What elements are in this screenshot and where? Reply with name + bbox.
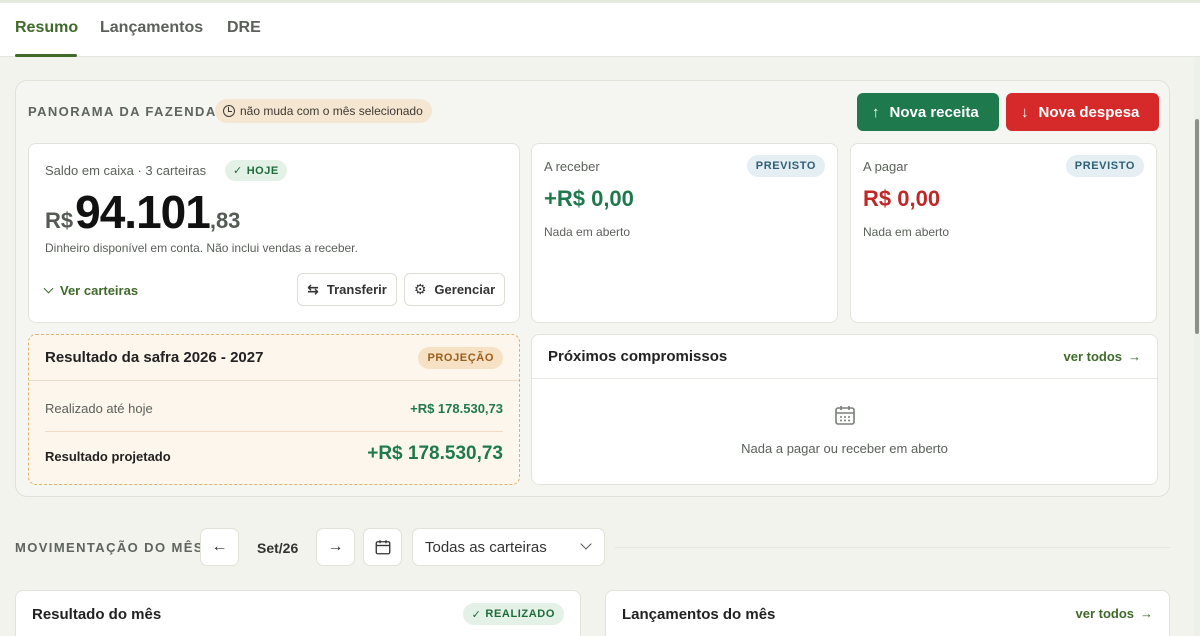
upcoming-empty-message: Nada a pagar ou receber em aberto bbox=[741, 441, 948, 456]
tab-bar: Resumo Lançamentos DRE bbox=[0, 3, 1200, 57]
gear-icon: ⚙ bbox=[413, 281, 427, 297]
new-income-label: Nova receita bbox=[889, 103, 979, 121]
check-icon: ✓ bbox=[233, 165, 243, 177]
monthly-entries-title: Lançamentos do mês bbox=[622, 606, 776, 623]
harvest-result-title: Resultado da safra 2026 - 2027 bbox=[45, 349, 264, 366]
projected-label: Resultado projetado bbox=[45, 449, 171, 464]
tab-lancamentos[interactable]: Lançamentos bbox=[100, 19, 203, 37]
monthly-movement-title: MOVIMENTAÇÃO DO MÊS bbox=[15, 540, 204, 555]
realized-label: Realizado até hoje bbox=[45, 401, 153, 416]
arrow-right-icon: → bbox=[1140, 606, 1153, 621]
receivables-label: A receber bbox=[544, 159, 600, 174]
chevron-down-icon bbox=[580, 538, 592, 550]
balance-cents: ,83 bbox=[209, 208, 241, 233]
divider bbox=[532, 378, 1157, 379]
monthly-result-title: Resultado do mês bbox=[32, 606, 162, 623]
new-income-button[interactable]: ↑ Nova receita bbox=[857, 93, 999, 131]
new-expense-button[interactable]: ↓ Nova despesa bbox=[1006, 93, 1159, 131]
payables-card: A pagar PREVISTO R$ 0,00 Nada em aberto bbox=[850, 143, 1157, 323]
arrow-right-icon: → bbox=[327, 538, 344, 555]
today-badge: ✓ HOJE bbox=[225, 160, 287, 181]
monthly-result-card: Resultado do mês ✓ REALIZADO bbox=[15, 590, 581, 636]
payables-label: A pagar bbox=[863, 159, 908, 174]
chevron-down-icon bbox=[43, 283, 54, 294]
arrow-right-icon: → bbox=[1128, 349, 1141, 364]
divider bbox=[29, 380, 519, 381]
wallet-select[interactable]: Todas as carteiras bbox=[412, 528, 605, 566]
view-all-label: ver todos bbox=[1063, 349, 1122, 364]
entries-view-all-link[interactable]: ver todos → bbox=[1075, 606, 1153, 621]
panorama-title: PANORAMA DA FAZENDA bbox=[28, 104, 217, 119]
transfer-label: Transferir bbox=[326, 282, 387, 297]
new-expense-label: Nova despesa bbox=[1038, 103, 1140, 121]
cash-balance-card: Saldo em caixa · 3 carteiras ✓ HOJE R$ 9… bbox=[28, 143, 520, 323]
receivables-card: A receber PREVISTO +R$ 0,00 Nada em aber… bbox=[531, 143, 838, 323]
upcoming-commitments-card: Próximos compromissos ver todos → Nada a… bbox=[531, 334, 1158, 485]
active-tab-indicator bbox=[15, 54, 77, 57]
current-month: Set/26 bbox=[257, 540, 299, 556]
projection-badge: PROJEÇÃO bbox=[418, 347, 503, 369]
transfer-button[interactable]: ⇆ Transferir bbox=[297, 273, 397, 306]
scrollbar-thumb[interactable] bbox=[1195, 119, 1199, 334]
previous-month-button[interactable]: ← bbox=[200, 528, 239, 566]
view-all-label: ver todos bbox=[1075, 606, 1134, 621]
realized-badge-label: REALIZADO bbox=[485, 608, 555, 620]
realized-value: +R$ 178.530,73 bbox=[410, 401, 503, 416]
view-wallets-toggle[interactable]: Ver carteiras bbox=[43, 283, 139, 298]
payables-sub: Nada em aberto bbox=[863, 225, 950, 239]
realized-badge: ✓ REALIZADO bbox=[462, 603, 564, 625]
manage-button[interactable]: ⚙ Gerenciar bbox=[404, 273, 505, 306]
calendar-icon bbox=[835, 406, 855, 425]
scrollbar[interactable] bbox=[1194, 57, 1200, 636]
tab-dre[interactable]: DRE bbox=[227, 19, 261, 37]
monthly-entries-card: Lançamentos do mês ver todos → bbox=[605, 590, 1170, 636]
cash-balance-value: R$ 94.101 ,83 bbox=[45, 185, 240, 239]
tab-resumo[interactable]: Resumo bbox=[15, 19, 78, 37]
receivables-badge: PREVISTO bbox=[746, 155, 825, 177]
receivables-sub: Nada em aberto bbox=[544, 225, 631, 239]
calendar-icon bbox=[375, 540, 390, 555]
clock-icon bbox=[223, 105, 235, 117]
currency-symbol: R$ bbox=[45, 208, 74, 233]
info-chip-label: não muda com o mês selecionado bbox=[240, 104, 423, 118]
arrow-left-icon: ← bbox=[211, 538, 228, 555]
next-month-button[interactable]: → bbox=[316, 528, 355, 566]
upcoming-view-all-link[interactable]: ver todos → bbox=[1063, 349, 1141, 364]
transfer-arrows-icon: ⇆ bbox=[307, 281, 319, 297]
cash-balance-label: Saldo em caixa · 3 carteiras bbox=[45, 163, 207, 178]
arrow-down-icon: ↓ bbox=[1021, 103, 1029, 121]
today-badge-label: HOJE bbox=[246, 164, 279, 177]
divider bbox=[45, 431, 503, 432]
divider bbox=[615, 547, 1170, 548]
projected-value: +R$ 178.530,73 bbox=[367, 443, 503, 464]
harvest-result-card: Resultado da safra 2026 - 2027 PROJEÇÃO … bbox=[28, 334, 520, 485]
cash-balance-note: Dinheiro disponível em conta. Não inclui… bbox=[45, 241, 358, 255]
payables-badge: PREVISTO bbox=[1065, 155, 1144, 177]
receivables-value: +R$ 0,00 bbox=[544, 186, 634, 211]
info-chip: não muda com o mês selecionado bbox=[215, 99, 432, 123]
panorama-panel: PANORAMA DA FAZENDA não muda com o mês s… bbox=[15, 80, 1170, 497]
check-icon: ✓ bbox=[471, 608, 482, 621]
payables-value: R$ 0,00 bbox=[863, 186, 941, 211]
calendar-picker-button[interactable] bbox=[363, 528, 402, 566]
view-wallets-label: Ver carteiras bbox=[60, 283, 139, 298]
arrow-up-icon: ↑ bbox=[872, 103, 880, 121]
balance-integer: 94.101 bbox=[75, 186, 211, 238]
wallet-select-value: Todas as carteiras bbox=[425, 538, 547, 556]
manage-label: Gerenciar bbox=[434, 282, 496, 297]
upcoming-title: Próximos compromissos bbox=[548, 348, 728, 365]
